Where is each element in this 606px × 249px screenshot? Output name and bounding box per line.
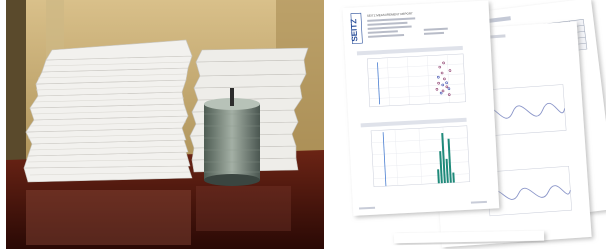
spike-chart (370, 125, 471, 187)
paper-stack-illustration (6, 0, 324, 249)
report-page-front: SEITZ SEITZ MEASUREMENT REPORT (342, 0, 500, 216)
seitz-logo: SEITZ (349, 19, 359, 42)
left-paper-stack (23, 39, 193, 183)
report-pages-svg: SEITZ SEITZ MEASUREMENT REPORT (342, 0, 606, 248)
cd-spindle (204, 88, 260, 186)
door-frame (6, 0, 26, 165)
paper-stack-photo (6, 0, 324, 249)
report-pages-illustration: SEITZ SEITZ MEASUREMENT REPORT (334, 0, 606, 249)
scatter-chart (366, 53, 466, 108)
